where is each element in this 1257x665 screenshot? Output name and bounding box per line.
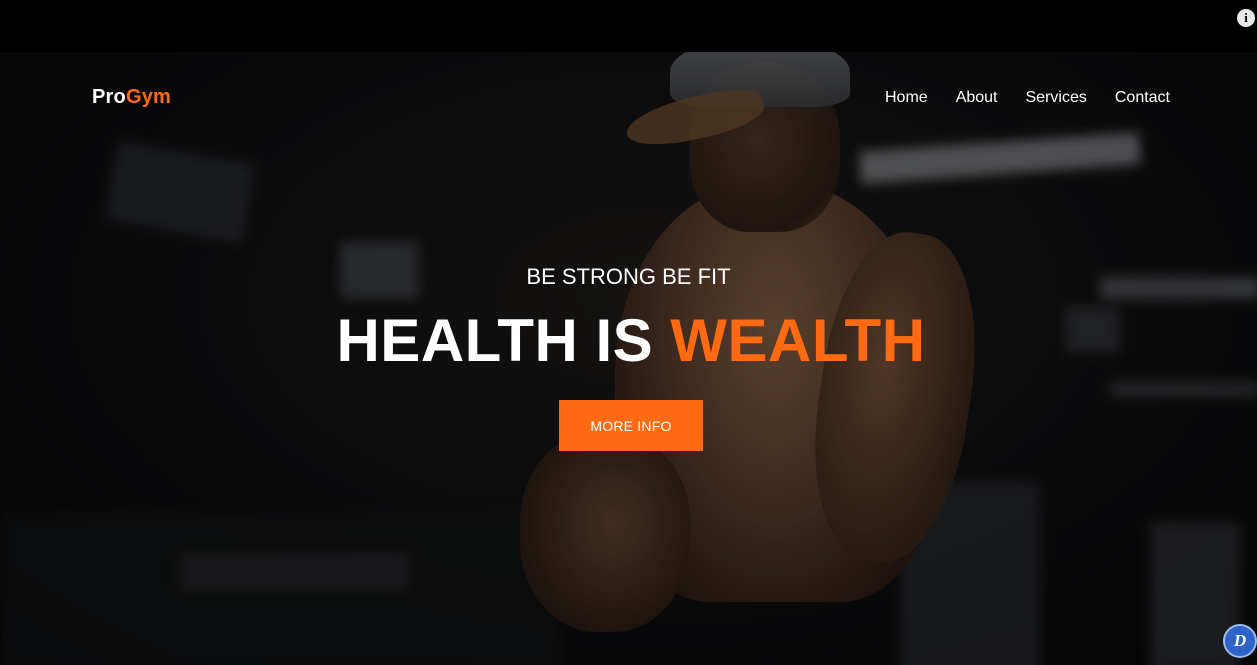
hero-headline: HEALTH IS WEALTH [0,306,1257,375]
hero-headline-accent: WEALTH [670,307,926,374]
brand-logo-part1: Pro [92,86,126,108]
nav-link-about[interactable]: About [956,89,998,107]
nav-link-contact[interactable]: Contact [1115,89,1170,107]
brand-logo[interactable]: ProGym [92,86,171,109]
hero-headline-white: HEALTH IS [336,307,671,374]
hero-tagline: BE STRONG BE FIT [526,264,731,289]
hero-section: ProGym Home About Services Contact BE ST… [0,52,1257,665]
extension-badge-icon[interactable]: D [1223,624,1257,658]
nav-link-services[interactable]: Services [1026,89,1087,107]
brand-logo-part2: Gym [125,86,172,108]
main-nav: Home About Services Contact [885,89,1170,107]
nav-link-home[interactable]: Home [885,89,928,107]
info-icon[interactable]: i [1237,9,1255,27]
top-black-bar: i [0,0,1257,52]
more-info-button[interactable]: MORE INFO [559,400,703,451]
